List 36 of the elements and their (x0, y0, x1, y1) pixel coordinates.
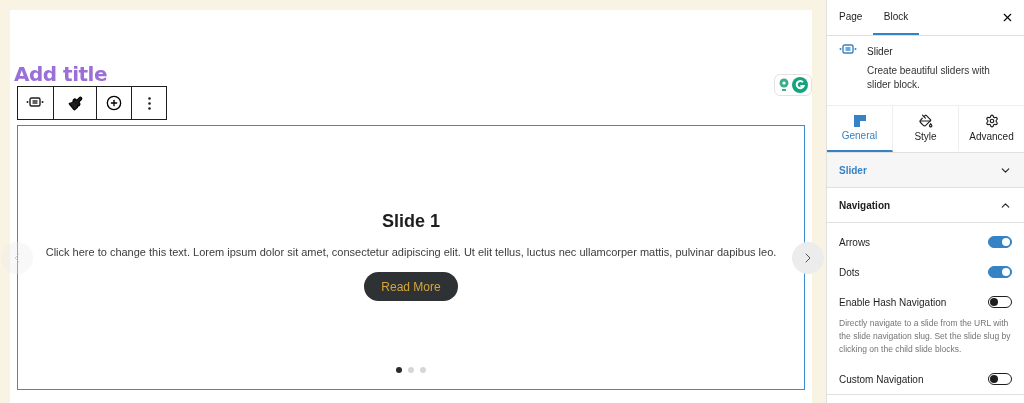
help-text: Directly navigate to a slide from the URL with the slide navigation slug. Set the slide slug by clicking on the child slide blocks. (839, 317, 1012, 356)
title-placeholder[interactable]: Add title (14, 62, 107, 86)
sidebar-tab[interactable]: Page (833, 0, 867, 35)
toggle-label: Arrows (839, 236, 871, 248)
layout-icon (853, 115, 866, 127)
toggle-switch[interactable] (988, 266, 1012, 278)
panel-header[interactable]: Slider (827, 153, 1024, 188)
settings-tab[interactable]: General (827, 106, 893, 152)
slide-heading: Slide 1 (382, 211, 440, 232)
slider-block[interactable]: Slide 1 Click here to change this text. Lorem ipsum dolor sit amet, consectetur adipiscing elit. Ut elit tellus, luctus nec ullamcorper mattis, pulvinar dapibus leo. Read More (17, 125, 805, 390)
toggle-label: Dots (839, 266, 860, 278)
toggle-label: Custom Navigation (839, 373, 924, 385)
pagination-dot[interactable] (408, 367, 414, 373)
slide-text: Click here to change this text. Lorem ipsum dolor sit amet, consectetur adipiscing elit. Ut elit tellus, luctus nec ullamcorper mattis, pulvinar dapibus leo. (44, 246, 778, 258)
g-logo-icon (792, 77, 808, 93)
add-icon (106, 95, 123, 111)
slider-block-icon (26, 97, 45, 109)
slider-block-icon (839, 44, 857, 56)
toggle-switch[interactable] (988, 236, 1012, 248)
more-icon (147, 96, 151, 110)
grammarly-widget[interactable] (774, 74, 812, 96)
toggle-label: Enable Hash Navigation (839, 296, 947, 308)
settings-icon (984, 114, 999, 128)
toggle-switch[interactable] (988, 373, 1012, 385)
pagination-dot[interactable] (396, 367, 402, 373)
lightbulb-icon (778, 78, 790, 92)
paint-bucket-icon (918, 114, 933, 128)
block-description: Create beautiful sliders with slider block. (867, 64, 991, 92)
read-more-button[interactable]: Read More (364, 272, 458, 301)
brush-icon (67, 95, 83, 111)
sidebar-tab[interactable]: Block (873, 0, 919, 35)
pagination-dot[interactable] (420, 367, 426, 373)
toggle-switch[interactable] (988, 296, 1012, 308)
close-icon (1001, 11, 1014, 24)
block-name: Slider (867, 46, 894, 57)
previous-arrow-button[interactable] (1, 242, 33, 274)
